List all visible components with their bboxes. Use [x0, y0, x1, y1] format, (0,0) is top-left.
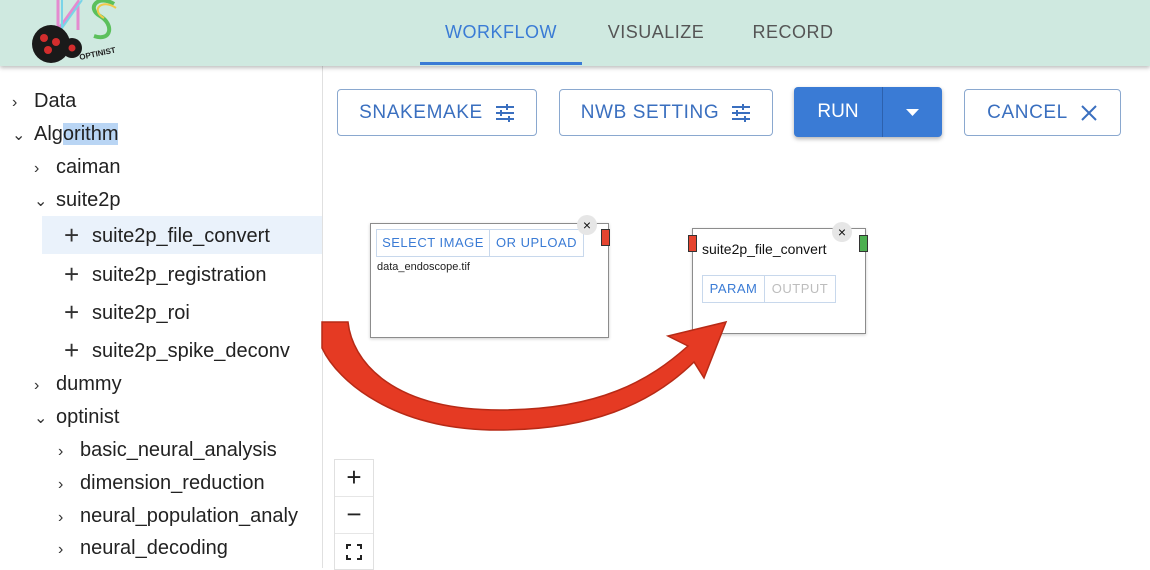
optinist-logo: OPTINIST [26, 0, 144, 70]
tab-workflow[interactable]: WORKFLOW [420, 0, 582, 64]
curved-arrow-annotation [321, 320, 728, 431]
tab-visualize[interactable]: VISUALIZE [596, 0, 716, 64]
fit-view-button[interactable] [335, 534, 373, 570]
zoom-controls: + − [334, 459, 374, 570]
zoom-out-button[interactable]: − [335, 497, 373, 534]
tab-record[interactable]: RECORD [740, 0, 846, 64]
fit-view-icon [346, 544, 362, 560]
app-header: OPTINIST WORKFLOW VISUALIZE RECORD [0, 0, 1150, 66]
zoom-in-button[interactable]: + [335, 460, 373, 497]
svg-text:OPTINIST: OPTINIST [79, 45, 117, 61]
active-tab-indicator [420, 62, 582, 65]
